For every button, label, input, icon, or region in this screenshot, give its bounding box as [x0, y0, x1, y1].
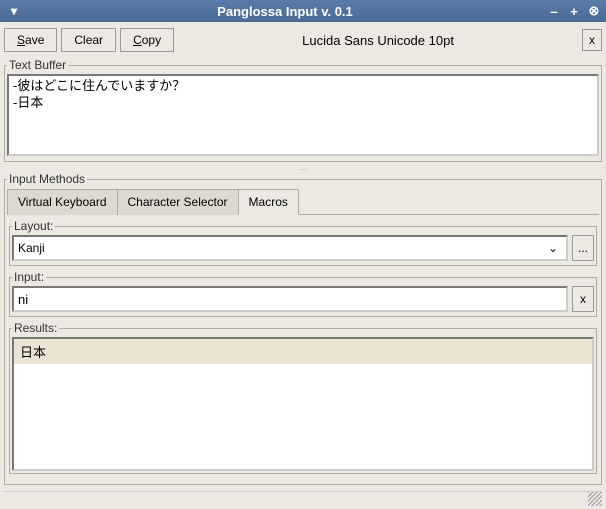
input-methods-fieldset: Input Methods Virtual Keyboard Character… [4, 172, 602, 485]
input-clear-button[interactable]: x [572, 286, 594, 312]
text-buffer-textarea[interactable] [7, 74, 599, 156]
toolbar-close-button[interactable]: x [582, 29, 602, 51]
window-title: Panglossa Input v. 0.1 [24, 4, 546, 19]
statusbar [4, 491, 602, 505]
tab-macros[interactable]: Macros [238, 189, 299, 215]
maximize-icon[interactable]: + [566, 3, 582, 19]
titlebar: ▾ Panglossa Input v. 0.1 – + ⊗ [0, 0, 606, 22]
results-label: Results: [12, 321, 59, 335]
layout-combo-value: Kanji [18, 241, 544, 255]
toolbar: Save Clear Copy Lucida Sans Unicode 10pt… [4, 26, 602, 58]
copy-button[interactable]: Copy [120, 28, 174, 52]
font-label: Lucida Sans Unicode 10pt [178, 33, 578, 48]
layout-more-button[interactable]: ... [572, 235, 594, 261]
layout-combo[interactable]: Kanji ⌄ [12, 235, 568, 261]
window-menu-icon[interactable]: ▾ [4, 4, 24, 18]
clear-button[interactable]: Clear [61, 28, 116, 52]
resize-grip-icon[interactable] [588, 492, 602, 506]
save-button[interactable]: Save [4, 28, 57, 52]
layout-label: Layout: [12, 219, 55, 233]
results-fieldset: Results: 日本 [9, 321, 597, 474]
minimize-icon[interactable]: – [546, 3, 562, 19]
window-body: Save Clear Copy Lucida Sans Unicode 10pt… [0, 22, 606, 509]
tab-character-selector[interactable]: Character Selector [117, 189, 239, 215]
chevron-down-icon[interactable]: ⌄ [544, 241, 562, 255]
input-fieldset: Input: x [9, 270, 597, 317]
input-label: Input: [12, 270, 46, 284]
results-list[interactable]: 日本 [12, 337, 594, 471]
macro-input[interactable] [12, 286, 568, 312]
text-buffer-fieldset: Text Buffer [4, 58, 602, 162]
close-icon[interactable]: ⊗ [586, 3, 602, 19]
input-methods-legend: Input Methods [7, 172, 87, 186]
tab-content-macros: Layout: Kanji ⌄ ... Input: x Results: [7, 215, 599, 482]
tabs: Virtual Keyboard Character Selector Macr… [7, 188, 599, 215]
tab-virtual-keyboard[interactable]: Virtual Keyboard [7, 189, 118, 215]
result-item[interactable]: 日本 [14, 339, 592, 364]
layout-fieldset: Layout: Kanji ⌄ ... [9, 219, 597, 266]
text-buffer-legend: Text Buffer [7, 58, 68, 72]
